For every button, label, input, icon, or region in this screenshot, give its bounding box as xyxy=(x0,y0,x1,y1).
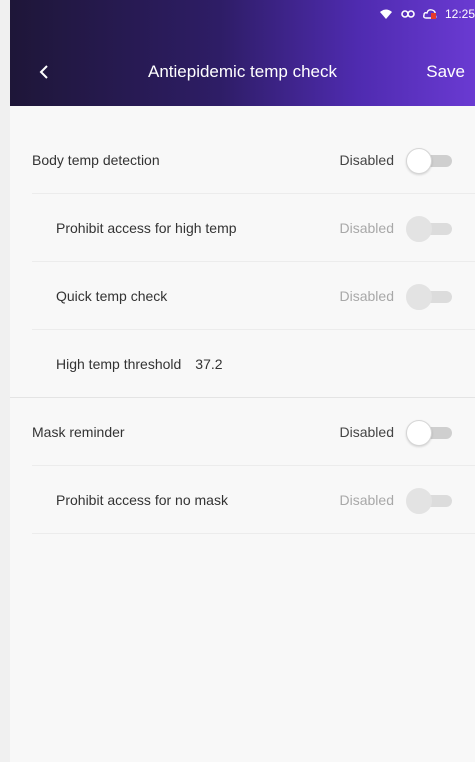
body-temp-detection-toggle[interactable] xyxy=(406,147,452,174)
threshold-value[interactable]: 37.2 xyxy=(195,356,222,372)
quick-temp-check-row: Quick temp check Disabled xyxy=(10,262,475,329)
save-button[interactable]: Save xyxy=(426,58,465,86)
status-text: Disabled xyxy=(339,423,394,440)
divider xyxy=(32,533,475,534)
header-bar: 12:25 Antiepidemic temp check Save xyxy=(10,0,475,106)
row-label: Body temp detection xyxy=(32,151,160,168)
wifi-icon xyxy=(379,8,393,20)
prohibit-high-temp-toggle[interactable] xyxy=(406,215,452,242)
row-label: Quick temp check xyxy=(56,287,168,304)
page-title: Antiepidemic temp check xyxy=(148,62,337,81)
toggle-knob xyxy=(406,487,432,514)
quick-temp-check-toggle[interactable] xyxy=(406,283,452,310)
toggle-knob xyxy=(406,283,432,310)
prohibit-no-mask-toggle[interactable] xyxy=(406,487,452,514)
mask-reminder-row: Mask reminder Disabled xyxy=(10,398,475,465)
body-temp-detection-row: Body temp detection Disabled xyxy=(10,126,475,193)
toggle-knob xyxy=(406,215,432,242)
cloud-alert-icon xyxy=(423,8,437,20)
toggle-knob xyxy=(406,147,432,174)
row-label: Prohibit access for high temp xyxy=(56,219,237,236)
nav-bar: Antiepidemic temp check Save xyxy=(10,52,475,92)
prohibit-high-temp-row: Prohibit access for high temp Disabled xyxy=(10,194,475,261)
back-button[interactable] xyxy=(32,58,56,86)
status-text: Disabled xyxy=(339,287,394,304)
status-text: Disabled xyxy=(339,151,394,168)
toggle-knob xyxy=(406,419,432,446)
prohibit-no-mask-row: Prohibit access for no mask Disabled xyxy=(10,466,475,533)
status-bar: 12:25 xyxy=(379,0,475,28)
status-text: Disabled xyxy=(339,219,394,236)
row-label: Prohibit access for no mask xyxy=(56,491,228,508)
row-label: Mask reminder xyxy=(32,423,125,440)
mask-section: Mask reminder Disabled Prohibit access f… xyxy=(10,398,475,534)
temp-section: Body temp detection Disabled Prohibit ac… xyxy=(10,126,475,397)
high-temp-threshold-row[interactable]: High temp threshold 37.2 xyxy=(10,330,475,397)
row-label: High temp threshold xyxy=(56,355,182,372)
mask-reminder-toggle[interactable] xyxy=(406,419,452,446)
chevron-left-icon xyxy=(39,65,48,79)
link-icon xyxy=(401,9,415,19)
settings-list: Body temp detection Disabled Prohibit ac… xyxy=(10,106,475,534)
status-time: 12:25 xyxy=(444,7,475,21)
app-screen: 12:25 Antiepidemic temp check Save Body … xyxy=(10,0,475,762)
status-text: Disabled xyxy=(339,491,394,508)
